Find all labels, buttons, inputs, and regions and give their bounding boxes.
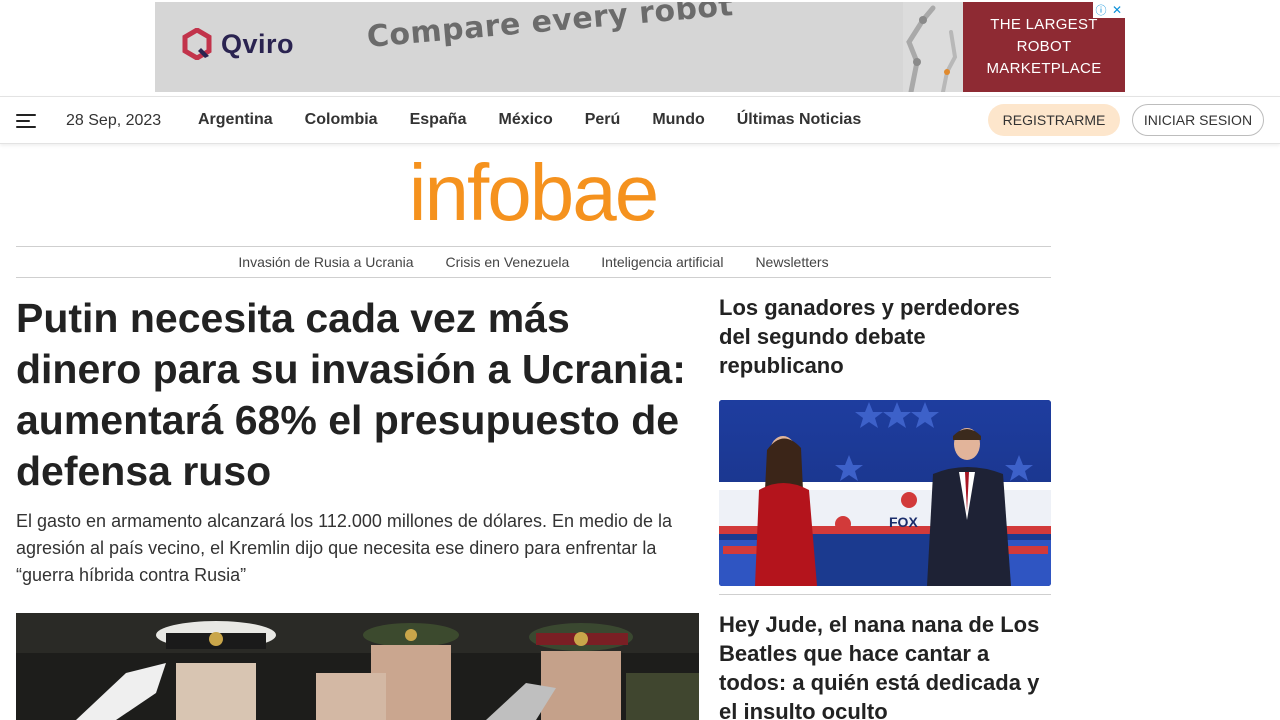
ad-close-icon[interactable]: ✕ bbox=[1109, 2, 1125, 18]
side-divider bbox=[719, 594, 1051, 595]
infobae-logo[interactable]: infobae bbox=[398, 150, 668, 236]
register-button[interactable]: REGISTRARME bbox=[988, 104, 1120, 136]
current-date: 28 Sep, 2023 bbox=[66, 112, 162, 129]
robot-arm-icon bbox=[903, 2, 963, 92]
debate-stage-image: FOX bbox=[719, 400, 1051, 586]
ad-info-icon[interactable]: ⓘ bbox=[1093, 2, 1109, 18]
nav-link-argentina[interactable]: Argentina bbox=[198, 111, 273, 129]
side-story-headline-2[interactable]: Hey Jude, el nana nana de Los Beatles qu… bbox=[719, 610, 1051, 720]
qviro-logo-icon bbox=[182, 28, 212, 60]
nav-link-mundo[interactable]: Mundo bbox=[652, 111, 704, 129]
hamburger-menu-icon[interactable] bbox=[16, 113, 36, 129]
nav-link-mexico[interactable]: México bbox=[498, 111, 552, 129]
ad-cta-line-3: MARKETPLACE bbox=[986, 60, 1102, 77]
nav-links: Argentina Colombia España México Perú Mu… bbox=[198, 111, 893, 129]
main-story-deck: El gasto en armamento alcanzará los 112.… bbox=[16, 511, 673, 585]
topic-link-newsletters[interactable]: Newsletters bbox=[755, 254, 828, 270]
topic-link-venezuela[interactable]: Crisis en Venezuela bbox=[446, 254, 570, 270]
nav-link-colombia[interactable]: Colombia bbox=[305, 111, 378, 129]
main-story-photo[interactable] bbox=[16, 613, 699, 720]
ad-cta-line-2: ROBOT bbox=[1016, 38, 1072, 55]
side-story-headline-1[interactable]: Los ganadores y perdedores del segundo d… bbox=[719, 293, 1051, 380]
nav-link-espana[interactable]: España bbox=[410, 111, 467, 129]
ad-cta-line-1: THE LARGEST bbox=[990, 16, 1098, 33]
topic-link-rusia-ucrania[interactable]: Invasión de Rusia a Ucrania bbox=[238, 254, 413, 270]
side-story-photo[interactable]: FOX bbox=[719, 400, 1051, 586]
ad-brand-name: Qviro bbox=[221, 28, 295, 59]
ad-banner-area: Qviro Compare every robot THE LARGEST RO… bbox=[0, 0, 1280, 96]
topics-bar: Invasión de Rusia a Ucrania Crisis en Ve… bbox=[16, 246, 1051, 278]
main-story-headline[interactable]: Putin necesita cada vez más dinero para … bbox=[16, 293, 706, 497]
topic-link-inteligencia-artificial[interactable]: Inteligencia artificial bbox=[601, 254, 723, 270]
top-navbar: 28 Sep, 2023 Argentina Colombia España M… bbox=[0, 96, 1280, 144]
ad-brand-logo[interactable]: Qviro bbox=[181, 28, 294, 60]
nav-link-ultimas-noticias[interactable]: Últimas Noticias bbox=[737, 111, 861, 129]
ad-tagline: Compare every robot bbox=[365, 2, 735, 55]
ad-banner[interactable]: Qviro Compare every robot THE LARGEST RO… bbox=[155, 2, 1125, 92]
svg-text:FOX: FOX bbox=[889, 514, 918, 530]
login-button[interactable]: INICIAR SESION bbox=[1132, 104, 1264, 136]
military-officers-image bbox=[16, 613, 699, 720]
nav-link-peru[interactable]: Perú bbox=[585, 111, 621, 129]
